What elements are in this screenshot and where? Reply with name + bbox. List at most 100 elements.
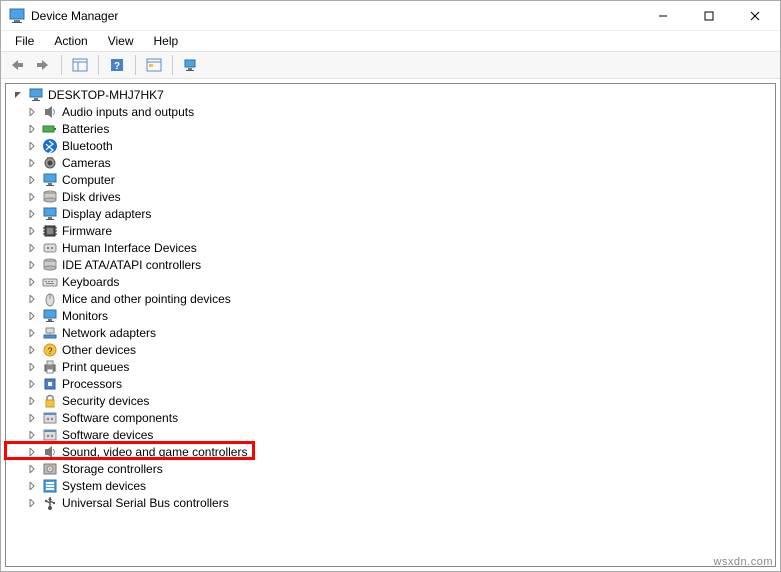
- device-category[interactable]: Processors: [6, 375, 775, 392]
- device-category[interactable]: Print queues: [6, 358, 775, 375]
- mouse-icon: [42, 291, 58, 307]
- chevron-right-icon[interactable]: [26, 225, 38, 237]
- menu-action[interactable]: Action: [46, 32, 95, 50]
- device-category[interactable]: Firmware: [6, 222, 775, 239]
- monitor-icon: [42, 172, 58, 188]
- window-title: Device Manager: [31, 9, 118, 23]
- device-category-label: System devices: [62, 479, 146, 493]
- monitor-icon: [42, 206, 58, 222]
- device-category-label: Batteries: [62, 122, 109, 136]
- device-category[interactable]: Monitors: [6, 307, 775, 324]
- chevron-right-icon[interactable]: [26, 157, 38, 169]
- chevron-right-icon[interactable]: [26, 412, 38, 424]
- disk-icon: [42, 257, 58, 273]
- device-category[interactable]: Storage controllers: [6, 460, 775, 477]
- storage-icon: [42, 461, 58, 477]
- device-category[interactable]: Universal Serial Bus controllers: [6, 494, 775, 511]
- chevron-right-icon[interactable]: [26, 395, 38, 407]
- device-category[interactable]: Keyboards: [6, 273, 775, 290]
- system-icon: [42, 478, 58, 494]
- back-button[interactable]: [5, 54, 29, 76]
- chevron-right-icon[interactable]: [26, 327, 38, 339]
- device-category[interactable]: Batteries: [6, 120, 775, 137]
- device-category-label: Computer: [62, 173, 115, 187]
- device-category-label: Bluetooth: [62, 139, 113, 153]
- disk-icon: [42, 189, 58, 205]
- devices-button[interactable]: [179, 54, 203, 76]
- device-category[interactable]: Security devices: [6, 392, 775, 409]
- chevron-down-icon[interactable]: [12, 89, 24, 101]
- show-hide-console-button[interactable]: [68, 54, 92, 76]
- device-category[interactable]: Computer: [6, 171, 775, 188]
- device-category[interactable]: System devices: [6, 477, 775, 494]
- chevron-right-icon[interactable]: [26, 191, 38, 203]
- chevron-right-icon[interactable]: [26, 463, 38, 475]
- device-category[interactable]: Disk drives: [6, 188, 775, 205]
- chevron-right-icon[interactable]: [26, 259, 38, 271]
- content-area: DESKTOP-MHJ7HK7 Audio inputs and outputs B…: [1, 79, 780, 571]
- chevron-right-icon[interactable]: [26, 310, 38, 322]
- speaker-icon: [42, 104, 58, 120]
- window-controls: [640, 1, 778, 31]
- menubar: File Action View Help: [1, 31, 780, 51]
- scan-hardware-button[interactable]: [142, 54, 166, 76]
- device-category-label: Cameras: [62, 156, 111, 170]
- chevron-right-icon[interactable]: [26, 497, 38, 509]
- device-tree[interactable]: DESKTOP-MHJ7HK7 Audio inputs and outputs B…: [5, 83, 776, 567]
- cpu-icon: [42, 376, 58, 392]
- device-category[interactable]: Software devices: [6, 426, 775, 443]
- device-category[interactable]: Cameras: [6, 154, 775, 171]
- device-category[interactable]: Bluetooth: [6, 137, 775, 154]
- tree-root[interactable]: DESKTOP-MHJ7HK7: [6, 86, 775, 103]
- security-icon: [42, 393, 58, 409]
- maximize-button[interactable]: [686, 1, 732, 31]
- toolbar-separator: [61, 55, 62, 75]
- chevron-right-icon[interactable]: [26, 293, 38, 305]
- device-category[interactable]: Network adapters: [6, 324, 775, 341]
- chevron-right-icon[interactable]: [26, 106, 38, 118]
- device-category-label: Software devices: [62, 428, 153, 442]
- device-category[interactable]: Display adapters: [6, 205, 775, 222]
- computer-icon: [28, 87, 44, 103]
- chevron-right-icon[interactable]: [26, 123, 38, 135]
- window: Device Manager File Action View Help: [0, 0, 781, 572]
- chevron-right-icon[interactable]: [26, 429, 38, 441]
- device-category-label: Universal Serial Bus controllers: [62, 496, 229, 510]
- menu-help[interactable]: Help: [146, 32, 187, 50]
- titlebar: Device Manager: [1, 1, 780, 31]
- toolbar-separator: [98, 55, 99, 75]
- chevron-right-icon[interactable]: [26, 174, 38, 186]
- usb-icon: [42, 495, 58, 511]
- close-button[interactable]: [732, 1, 778, 31]
- chevron-right-icon[interactable]: [26, 242, 38, 254]
- chevron-right-icon[interactable]: [26, 480, 38, 492]
- menu-view[interactable]: View: [100, 32, 142, 50]
- toolbar: ?: [1, 51, 780, 79]
- chevron-right-icon[interactable]: [26, 140, 38, 152]
- device-category[interactable]: Human Interface Devices: [6, 239, 775, 256]
- forward-button[interactable]: [31, 54, 55, 76]
- chevron-right-icon[interactable]: [26, 446, 38, 458]
- device-category-label: Audio inputs and outputs: [62, 105, 194, 119]
- device-category[interactable]: Software components: [6, 409, 775, 426]
- chevron-right-icon[interactable]: [26, 208, 38, 220]
- device-category[interactable]: Mice and other pointing devices: [6, 290, 775, 307]
- device-category[interactable]: ?Other devices: [6, 341, 775, 358]
- chevron-right-icon[interactable]: [26, 276, 38, 288]
- chevron-right-icon[interactable]: [26, 344, 38, 356]
- svg-text:?: ?: [47, 346, 52, 356]
- toolbar-separator: [172, 55, 173, 75]
- chip-icon: [42, 223, 58, 239]
- device-category[interactable]: IDE ATA/ATAPI controllers: [6, 256, 775, 273]
- app-icon: [9, 8, 25, 24]
- device-category-label: Mice and other pointing devices: [62, 292, 231, 306]
- chevron-right-icon[interactable]: [26, 378, 38, 390]
- printer-icon: [42, 359, 58, 375]
- device-category[interactable]: Sound, video and game controllers: [6, 443, 775, 460]
- device-category-label: Security devices: [62, 394, 149, 408]
- help-button[interactable]: ?: [105, 54, 129, 76]
- minimize-button[interactable]: [640, 1, 686, 31]
- menu-file[interactable]: File: [7, 32, 42, 50]
- chevron-right-icon[interactable]: [26, 361, 38, 373]
- device-category[interactable]: Audio inputs and outputs: [6, 103, 775, 120]
